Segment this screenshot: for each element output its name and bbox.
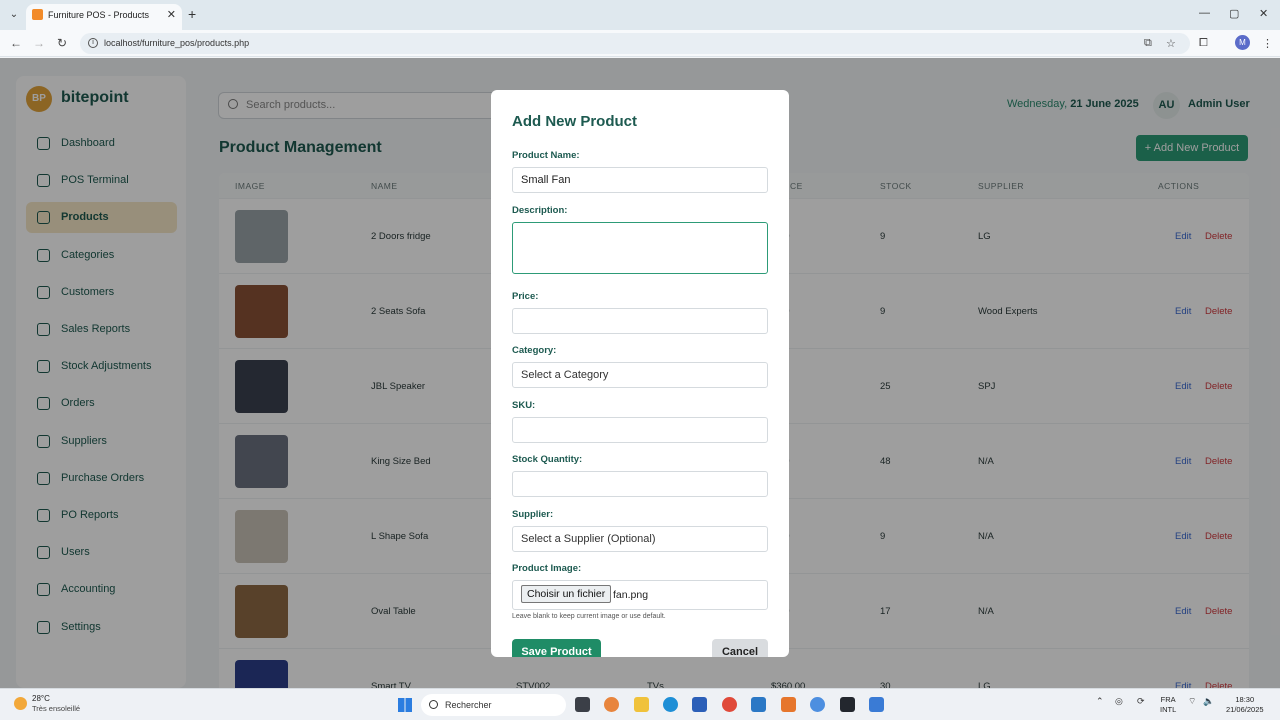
taskbar: 28°C Très ensoleillé Rechercher ⌃ ◎ ⟳ FR… <box>0 688 1280 720</box>
forward-icon[interactable]: → <box>33 36 45 50</box>
product-name-field[interactable]: Small Fan <box>512 167 768 193</box>
price-field[interactable] <box>512 308 768 334</box>
sku-field[interactable] <box>512 417 768 443</box>
minimize-icon[interactable]: — <box>1199 7 1210 19</box>
taskbar-search-text: Rechercher <box>445 700 492 710</box>
search-icon <box>429 700 438 709</box>
back-icon[interactable]: ← <box>10 36 22 50</box>
language-indicator[interactable]: FRA INTL <box>1160 695 1176 715</box>
vscode-icon[interactable] <box>751 697 766 712</box>
weather-widget[interactable]: 28°C Très ensoleillé <box>14 694 80 714</box>
edge-icon[interactable] <box>663 697 678 712</box>
copilot-icon[interactable] <box>604 697 619 712</box>
chrome-profile-icon[interactable] <box>810 697 825 712</box>
tray-chevron-icon[interactable]: ⌃ <box>1096 696 1104 707</box>
choose-file-button[interactable]: Choisir un fichier <box>521 585 612 603</box>
tray-app-icon[interactable]: ◎ <box>1115 696 1123 707</box>
image-hint: Leave blank to keep current image or use… <box>512 613 666 620</box>
add-product-modal: Add New Product Product Name: Small Fan … <box>491 90 789 657</box>
terminal-icon[interactable] <box>840 697 855 712</box>
volume-icon[interactable]: 🔈 <box>1203 696 1214 707</box>
supplier-select[interactable]: Select a Supplier (Optional) <box>512 526 768 552</box>
description-field[interactable] <box>512 222 768 274</box>
maximize-icon[interactable]: ▢ <box>1229 7 1239 20</box>
browser-menu-icon[interactable]: ⋮ <box>1262 37 1273 50</box>
cancel-button[interactable]: Cancel <box>712 639 768 657</box>
xampp-icon[interactable] <box>781 697 796 712</box>
favicon-icon <box>32 9 43 20</box>
weather-text: Très ensoleillé <box>32 704 81 713</box>
close-tab-icon[interactable]: ✕ <box>167 4 176 26</box>
close-window-icon[interactable]: ✕ <box>1259 7 1268 20</box>
chrome-icon[interactable] <box>722 697 737 712</box>
url-field[interactable]: i localhost/furniture_pos/products.php <box>80 33 1190 54</box>
modal-title: Add New Product <box>512 113 638 130</box>
browser-titlebar: ⌄ Furniture POS - Products ✕ + — ▢ ✕ <box>0 0 1280 30</box>
price-label: Price: <box>512 291 539 302</box>
windows-start-icon[interactable] <box>398 698 412 712</box>
task-view-icon[interactable] <box>575 697 590 712</box>
taskbar-search[interactable]: Rechercher <box>421 694 566 716</box>
url-text: localhost/furniture_pos/products.php <box>104 38 250 48</box>
snipping-tool-icon[interactable] <box>869 697 884 712</box>
site-info-icon[interactable]: i <box>88 38 98 48</box>
stock-quantity-field[interactable] <box>512 471 768 497</box>
bookmark-star-icon[interactable]: ☆ <box>1166 37 1176 50</box>
sun-icon <box>14 697 27 710</box>
supplier-label: Supplier: <box>512 509 554 520</box>
new-tab-icon[interactable]: + <box>188 6 196 22</box>
category-select[interactable]: Select a Category <box>512 362 768 388</box>
extensions-icon[interactable]: ⧠ <box>1199 37 1208 50</box>
category-label: Category: <box>512 345 557 356</box>
clock[interactable]: 18:30 21/06/2025 <box>1226 695 1264 715</box>
file-name: fan.png <box>613 589 649 601</box>
save-product-button[interactable]: Save Product <box>512 639 601 657</box>
stock-quantity-label: Stock Quantity: <box>512 454 583 465</box>
tab-list-chevron-icon[interactable]: ⌄ <box>6 7 22 23</box>
product-name-label: Product Name: <box>512 150 580 161</box>
sku-label: SKU: <box>512 400 536 411</box>
tray-sync-icon[interactable]: ⟳ <box>1137 696 1145 707</box>
temperature: 28°C <box>32 694 50 703</box>
product-image-field: Choisir un fichier fan.png <box>512 580 768 610</box>
reload-icon[interactable]: ↻ <box>57 36 67 50</box>
tab-title: Furniture POS - Products <box>48 10 150 20</box>
browser-tab[interactable]: Furniture POS - Products ✕ <box>26 4 182 30</box>
description-label: Description: <box>512 205 568 216</box>
product-image-label: Product Image: <box>512 563 582 574</box>
address-bar-row: ← → ↻ i localhost/furniture_pos/products… <box>0 30 1280 57</box>
wifi-icon[interactable]: ⌔ <box>1188 696 1196 707</box>
profile-avatar[interactable]: M <box>1235 35 1250 50</box>
translate-icon[interactable]: ⧉ <box>1144 37 1152 50</box>
file-explorer-icon[interactable] <box>634 697 649 712</box>
store-icon[interactable] <box>692 697 707 712</box>
